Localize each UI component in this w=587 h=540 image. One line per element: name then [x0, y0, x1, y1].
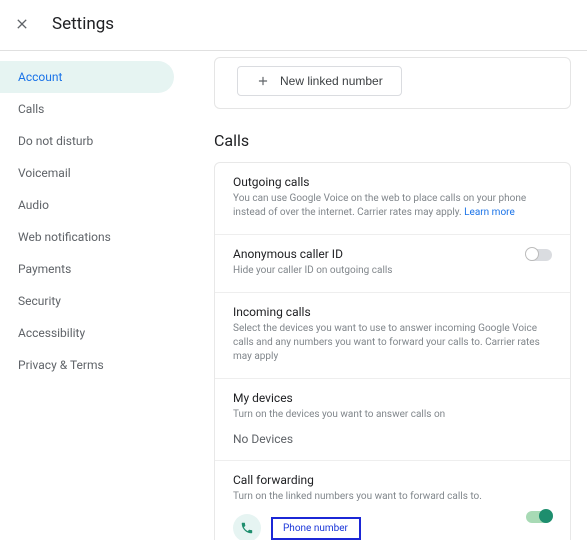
linked-number-card: New linked number [214, 57, 571, 109]
sidebar-item-accessibility[interactable]: Accessibility [0, 317, 174, 349]
calls-panel: Outgoing calls You can use Google Voice … [214, 162, 571, 540]
devices-title: My devices [233, 391, 552, 405]
sidebar-item-label: Audio [18, 198, 49, 212]
sidebar-item-label: Privacy & Terms [18, 358, 104, 372]
row-anonymous-caller-id: Anonymous caller ID Hide your caller ID … [215, 235, 570, 293]
anon-sub: Hide your caller ID on outgoing calls [233, 264, 552, 278]
incoming-title: Incoming calls [233, 305, 552, 319]
phone-number-field[interactable]: Phone number [271, 517, 361, 540]
sidebar: Account Calls Do not disturb Voicemail A… [0, 51, 180, 540]
header: Settings [0, 0, 587, 51]
new-linked-number-button[interactable]: New linked number [237, 66, 402, 96]
sidebar-item-payments[interactable]: Payments [0, 253, 174, 285]
outgoing-title: Outgoing calls [233, 175, 552, 189]
sidebar-item-audio[interactable]: Audio [0, 189, 174, 221]
plus-icon [256, 74, 270, 88]
sidebar-item-privacy[interactable]: Privacy & Terms [0, 349, 174, 381]
page-title: Settings [52, 14, 114, 34]
sidebar-item-label: Voicemail [18, 166, 71, 180]
fwd-sub: Turn on the linked numbers you want to f… [233, 490, 552, 504]
sidebar-item-label: Do not disturb [18, 134, 93, 148]
sidebar-item-account[interactable]: Account [0, 61, 174, 93]
sidebar-item-calls[interactable]: Calls [0, 93, 174, 125]
devices-none: No Devices [233, 432, 552, 446]
sidebar-item-label: Account [18, 70, 62, 84]
fwd-title: Call forwarding [233, 473, 552, 487]
main-content: New linked number Calls Outgoing calls Y… [180, 51, 587, 540]
row-my-devices: My devices Turn on the devices you want … [215, 379, 570, 461]
phone-icon [233, 514, 261, 540]
sidebar-item-label: Security [18, 294, 61, 308]
row-outgoing-calls: Outgoing calls You can use Google Voice … [215, 163, 570, 235]
outgoing-sub: You can use Google Voice on the web to p… [233, 192, 552, 220]
anon-title: Anonymous caller ID [233, 247, 552, 261]
sidebar-item-label: Accessibility [18, 326, 85, 340]
row-incoming-calls: Incoming calls Select the devices you wa… [215, 293, 570, 379]
sidebar-item-label: Payments [18, 262, 71, 276]
new-linked-number-label: New linked number [280, 74, 383, 88]
sidebar-item-voicemail[interactable]: Voicemail [0, 157, 174, 189]
sidebar-item-security[interactable]: Security [0, 285, 174, 317]
close-icon[interactable] [10, 12, 34, 36]
devices-sub: Turn on the devices you want to answer c… [233, 408, 552, 422]
sidebar-item-dnd[interactable]: Do not disturb [0, 125, 174, 157]
sidebar-item-label: Web notifications [18, 230, 111, 244]
anon-toggle[interactable] [526, 249, 552, 261]
row-call-forwarding: Call forwarding Turn on the linked numbe… [215, 461, 570, 540]
sidebar-item-label: Calls [18, 102, 44, 116]
section-title-calls: Calls [214, 131, 571, 150]
learn-more-link[interactable]: Learn more [464, 207, 515, 218]
fwd-toggle[interactable] [526, 511, 552, 523]
incoming-sub: Select the devices you want to use to an… [233, 322, 552, 364]
sidebar-item-web-notifications[interactable]: Web notifications [0, 221, 174, 253]
